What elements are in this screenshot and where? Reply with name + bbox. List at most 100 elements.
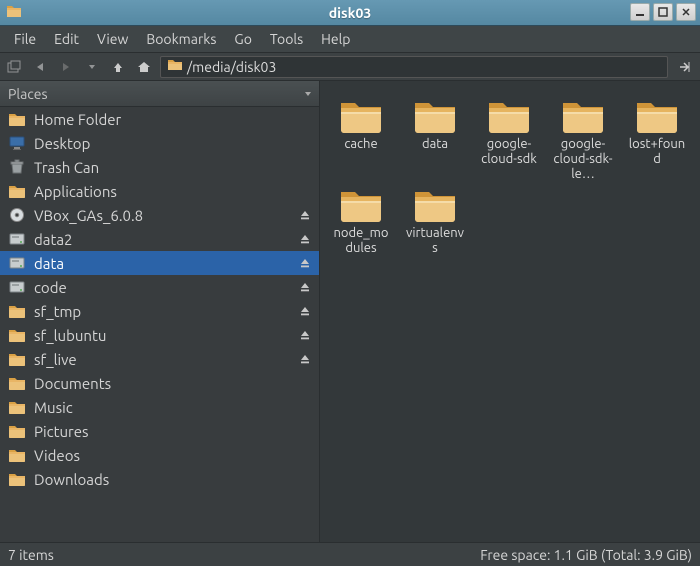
newtab-button[interactable] — [4, 57, 24, 77]
sidebar-item-label: sf_live — [34, 351, 77, 368]
sidebar-item-label: Desktop — [34, 135, 90, 152]
sidebar-item-label: Downloads — [34, 471, 109, 488]
toolbar: /media/disk03 — [0, 53, 700, 81]
sidebar-item-label: data2 — [34, 231, 73, 248]
sidebar-item-sf-live[interactable]: sf_live — [0, 347, 319, 371]
eject-icon[interactable] — [299, 255, 311, 272]
history-dropdown[interactable] — [82, 57, 102, 77]
status-item-count: 7 items — [8, 547, 54, 563]
folder-icon — [8, 447, 26, 463]
up-button[interactable] — [108, 57, 128, 77]
path-entry[interactable]: /media/disk03 — [160, 56, 668, 78]
folder-label: lost+found — [626, 137, 688, 167]
folder-google-cloud-sdk[interactable]: google-cloud-sdk — [478, 97, 540, 182]
sidebar-item-documents[interactable]: Documents — [0, 371, 319, 395]
sidebar-item-applications[interactable]: Applications — [0, 179, 319, 203]
maximize-button[interactable] — [653, 3, 673, 21]
sidebar-item-label: Home Folder — [34, 111, 121, 128]
sidebar-item-videos[interactable]: Videos — [0, 443, 319, 467]
folder-google-cloud-sdk-le-[interactable]: google-cloud-sdk-le… — [552, 97, 614, 182]
folder-label: google-cloud-sdk — [478, 137, 540, 167]
menu-bookmarks[interactable]: Bookmarks — [138, 28, 224, 50]
folder-icon — [338, 186, 384, 224]
eject-icon[interactable] — [299, 351, 311, 368]
sidebar-item-data[interactable]: data — [0, 251, 319, 275]
folder-icon — [412, 97, 458, 135]
places-header-label: Places — [8, 86, 48, 102]
folder-data[interactable]: data — [404, 97, 466, 182]
folder-icon — [8, 183, 26, 199]
menu-help[interactable]: Help — [313, 28, 358, 50]
sidebar-item-code[interactable]: code — [0, 275, 319, 299]
disc-icon — [8, 207, 26, 223]
sidebar-item-desktop[interactable]: Desktop — [0, 131, 319, 155]
path-go-button[interactable] — [674, 56, 696, 78]
eject-icon[interactable] — [299, 231, 311, 248]
sidebar-item-sf-tmp[interactable]: sf_tmp — [0, 299, 319, 323]
forward-button[interactable] — [56, 57, 76, 77]
menu-edit[interactable]: Edit — [46, 28, 87, 50]
folder-icon — [8, 375, 26, 391]
folder-icon — [8, 471, 26, 487]
back-button[interactable] — [30, 57, 50, 77]
menu-view[interactable]: View — [89, 28, 136, 50]
sidebar-item-trash-can[interactable]: Trash Can — [0, 155, 319, 179]
folder-icon — [8, 399, 26, 415]
sidebar-item-label: Music — [34, 399, 73, 416]
sidebar-item-home-folder[interactable]: Home Folder — [0, 107, 319, 131]
menu-file[interactable]: File — [6, 28, 44, 50]
status-free-space: Free space: 1.1 GiB (Total: 3.9 GiB) — [480, 547, 692, 563]
home-button[interactable] — [134, 57, 154, 77]
eject-icon[interactable] — [299, 327, 311, 344]
folder-icon — [634, 97, 680, 135]
folder-cache[interactable]: cache — [330, 97, 392, 182]
folder-icon — [8, 423, 26, 439]
menu-tools[interactable]: Tools — [262, 28, 311, 50]
sidebar-item-downloads[interactable]: Downloads — [0, 467, 319, 491]
sidebar-item-music[interactable]: Music — [0, 395, 319, 419]
folder-label: node_modules — [330, 226, 392, 256]
sidebar-item-vbox-gas-6-0-8[interactable]: VBox_GAs_6.0.8 — [0, 203, 319, 227]
sidebar-item-label: data — [34, 255, 64, 272]
eject-icon[interactable] — [299, 207, 311, 224]
sidebar-item-label: Applications — [34, 183, 117, 200]
path-folder-icon — [167, 58, 183, 76]
sidebar-item-sf-lubuntu[interactable]: sf_lubuntu — [0, 323, 319, 347]
folder-view[interactable]: cache data google-cloud-sdk google-cloud-sd… — [320, 81, 700, 542]
folder-icon — [560, 97, 606, 135]
minimize-button[interactable] — [630, 3, 650, 21]
folder-virtualenvs[interactable]: virtualenvs — [404, 186, 466, 256]
hdd-icon — [8, 279, 26, 295]
sidebar-item-data2[interactable]: data2 — [0, 227, 319, 251]
folder-icon — [8, 303, 26, 319]
sidebar-item-label: Documents — [34, 375, 111, 392]
menubar: File Edit View Bookmarks Go Tools Help — [0, 26, 700, 53]
eject-icon[interactable] — [299, 279, 311, 296]
places-list: Home Folder Desktop Trash Can Applications V… — [0, 107, 319, 542]
trash-icon — [8, 159, 26, 175]
folder-icon — [8, 327, 26, 343]
path-text: /media/disk03 — [187, 59, 276, 75]
hdd-icon — [8, 255, 26, 271]
places-header[interactable]: Places — [0, 81, 319, 107]
sidebar-item-label: Pictures — [34, 423, 89, 440]
window-title: disk03 — [329, 5, 372, 21]
folder-label: google-cloud-sdk-le… — [552, 137, 614, 182]
desktop-icon — [8, 135, 26, 151]
folder-icon — [486, 97, 532, 135]
eject-icon[interactable] — [299, 303, 311, 320]
sidebar-item-label: Videos — [34, 447, 80, 464]
folder-label: cache — [344, 137, 377, 152]
folder-label: data — [422, 137, 448, 152]
folder-icon — [338, 97, 384, 135]
sidebar-item-label: sf_tmp — [34, 303, 81, 320]
close-button[interactable] — [676, 3, 696, 21]
sidebar-item-pictures[interactable]: Pictures — [0, 419, 319, 443]
menu-go[interactable]: Go — [226, 28, 259, 50]
sidebar-item-label: Trash Can — [34, 159, 99, 176]
titlebar: disk03 — [0, 0, 700, 26]
hdd-icon — [8, 231, 26, 247]
folder-node-modules[interactable]: node_modules — [330, 186, 392, 256]
folder-lost-found[interactable]: lost+found — [626, 97, 688, 182]
folder-icon — [8, 111, 26, 127]
